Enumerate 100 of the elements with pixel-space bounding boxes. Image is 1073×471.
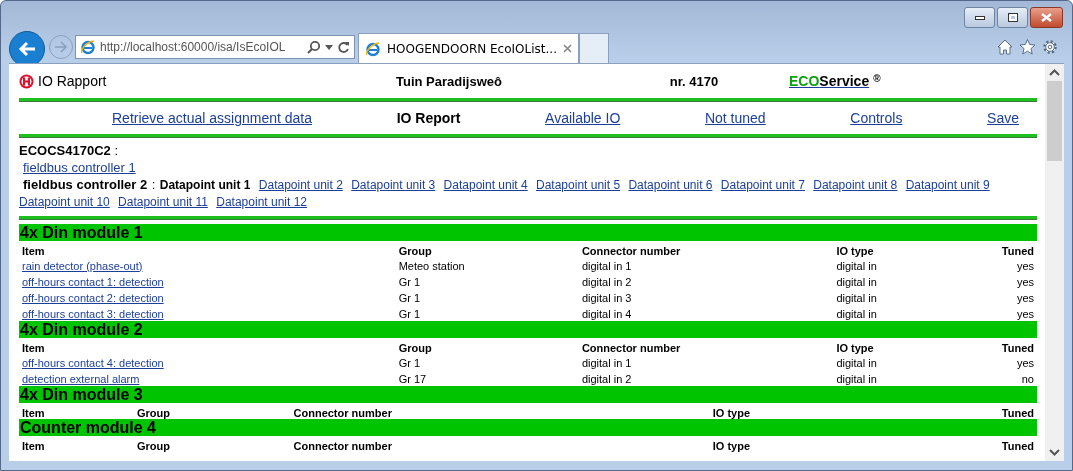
column-header: Connector number (292, 438, 393, 452)
table-cell-text: digital in 2 (580, 371, 633, 386)
caret-icon[interactable] (325, 44, 333, 50)
column-header: Connector number (292, 405, 393, 419)
datapoint-unit-link[interactable]: Datapoint unit 2 (258, 178, 343, 192)
table-cell-text: Gr 1 (397, 274, 422, 289)
table-cell: Meteo station (395, 257, 579, 273)
column-header: Tuned (1000, 340, 1035, 354)
table-cell: digital in (833, 354, 987, 370)
nav-item-link[interactable]: Controls (850, 110, 903, 126)
address-bar[interactable]: http://localhost:60000/isa/IsEcoIOL (75, 35, 355, 59)
column-header: Item (21, 243, 46, 257)
fieldbus-controller-link[interactable]: fieldbus controller 1 (23, 160, 136, 175)
column-header: Tuned (1000, 243, 1035, 257)
datapoint-unit-link[interactable]: Datapoint unit 6 (628, 178, 713, 192)
column-header: IO type (711, 405, 752, 419)
minimize-button[interactable] (964, 7, 995, 28)
table-cell-text: digital in 1 (580, 258, 633, 273)
browser-logo-icon (80, 39, 96, 55)
item-link[interactable]: rain detector (phase-out) (22, 259, 143, 272)
table-cell-text: yes (1015, 355, 1035, 370)
datapoint-unit-link[interactable]: Datapoint unit 5 (536, 178, 621, 192)
datapoint-unit-link[interactable]: Datapoint unit 11 (118, 195, 208, 209)
datapoint-unit-link[interactable]: Datapoint unit 10 (19, 195, 110, 209)
item-link[interactable]: off-hours contact 4: detection (22, 356, 164, 369)
datapoint-unit-link[interactable]: Datapoint unit 12 (216, 195, 307, 209)
fieldbus-controller[interactable]: fieldbus controller 2 (23, 177, 148, 192)
logo-icon (19, 73, 34, 89)
browser-tab[interactable]: HOOGENDOORN EcoIOList... (358, 33, 579, 63)
item-link[interactable]: off-hours contact 3: detection (22, 307, 164, 320)
column-header: Item (21, 405, 46, 419)
separator-text: : (114, 143, 119, 158)
table-cell-text: digital in (835, 306, 878, 321)
table-cell-text: digital in 1 (580, 355, 633, 370)
column-header: Tuned (1000, 405, 1035, 419)
registered-mark: ® (873, 73, 881, 84)
refresh-icon[interactable] (337, 40, 350, 54)
separator-text: : (151, 177, 156, 192)
settings-icon[interactable] (1042, 39, 1058, 55)
location-name: Tuin Paradijsweô (396, 73, 502, 89)
maximize-button[interactable] (997, 7, 1028, 28)
browser-logo-icon (365, 40, 381, 57)
item-link[interactable]: off-hours contact 1: detection (22, 275, 164, 288)
datapoint-unit-link[interactable]: Datapoint unit 7 (720, 178, 805, 192)
nav-item-link[interactable]: Save (987, 110, 1019, 126)
nav-item-link[interactable]: Not tuned (704, 110, 766, 126)
table-cell-text: Gr 17 (397, 371, 428, 386)
close-button[interactable] (1030, 7, 1063, 28)
column-header: Tuned (1000, 438, 1035, 452)
module-heading: 4x Din module 1 (19, 224, 1037, 241)
column-header: Group (397, 340, 433, 354)
scroll-down-icon[interactable] (1049, 449, 1060, 456)
table-cell-text: digital in (835, 274, 878, 289)
column-header: Item (21, 438, 46, 452)
column-header: Group (135, 405, 171, 419)
column-header: Group (135, 438, 171, 452)
column-header: IO type (711, 438, 752, 452)
scrollbar-thumb[interactable] (1047, 81, 1062, 161)
table-cell-text: yes (1015, 274, 1035, 289)
report-number: nr. 4170 (669, 73, 719, 89)
table-cell: Gr 1 (395, 354, 579, 370)
nav-item-link[interactable]: Retrieve actual assignment data (112, 110, 312, 126)
search-icon[interactable] (307, 40, 321, 54)
datapoint-unit[interactable]: Datapoint unit 1 (159, 178, 251, 192)
table-cell-text: no (1020, 371, 1035, 386)
home-icon[interactable] (997, 39, 1013, 55)
column-header: Connector number (580, 340, 682, 354)
controller-name: ECOCS4170C2 (19, 143, 111, 158)
table-cell-text: digital in (835, 371, 878, 386)
module-heading: 4x Din module 2 (19, 321, 1037, 338)
table-cell-text: Gr 1 (397, 290, 422, 305)
datapoint-unit-link[interactable]: Datapoint unit 4 (443, 178, 528, 192)
minimize-icon (974, 15, 985, 20)
table-cell-text: digital in 4 (580, 306, 633, 321)
brand-link[interactable]: ECOService (789, 73, 870, 89)
table-cell-text: yes (1015, 306, 1035, 321)
datapoint-unit-link[interactable]: Datapoint unit 9 (905, 178, 990, 192)
nav-item[interactable]: IO Report (396, 110, 461, 126)
nav-item-link[interactable]: Available IO (545, 110, 621, 126)
column-header: IO type (835, 243, 875, 257)
star-icon[interactable] (1019, 39, 1036, 55)
datapoint-unit-link[interactable]: Datapoint unit 3 (351, 178, 436, 192)
table-cell-text: yes (1015, 258, 1035, 273)
module-heading: Counter module 4 (19, 419, 1037, 436)
table-cell-text: digital in 3 (580, 290, 633, 305)
close-icon (1041, 13, 1052, 22)
column-header: Connector number (580, 243, 682, 257)
module-heading: 4x Din module 3 (19, 386, 1037, 403)
back-arrow-icon (18, 41, 36, 57)
table-cell-text: yes (1015, 290, 1035, 305)
item-link[interactable]: detection external alarm (22, 372, 140, 385)
scroll-up-icon[interactable] (1049, 69, 1060, 76)
close-tab-icon[interactable] (562, 44, 572, 53)
table-cell: digital in (833, 257, 987, 273)
item-link[interactable]: off-hours contact 2: detection (22, 291, 164, 304)
column-header: IO type (835, 340, 875, 354)
tab-title: HOOGENDOORN EcoIOList... (387, 41, 557, 56)
table-cell-text: digital in 2 (580, 274, 633, 289)
datapoint-unit-link[interactable]: Datapoint unit 8 (813, 178, 898, 192)
report-title: IO Rapport (38, 73, 107, 89)
